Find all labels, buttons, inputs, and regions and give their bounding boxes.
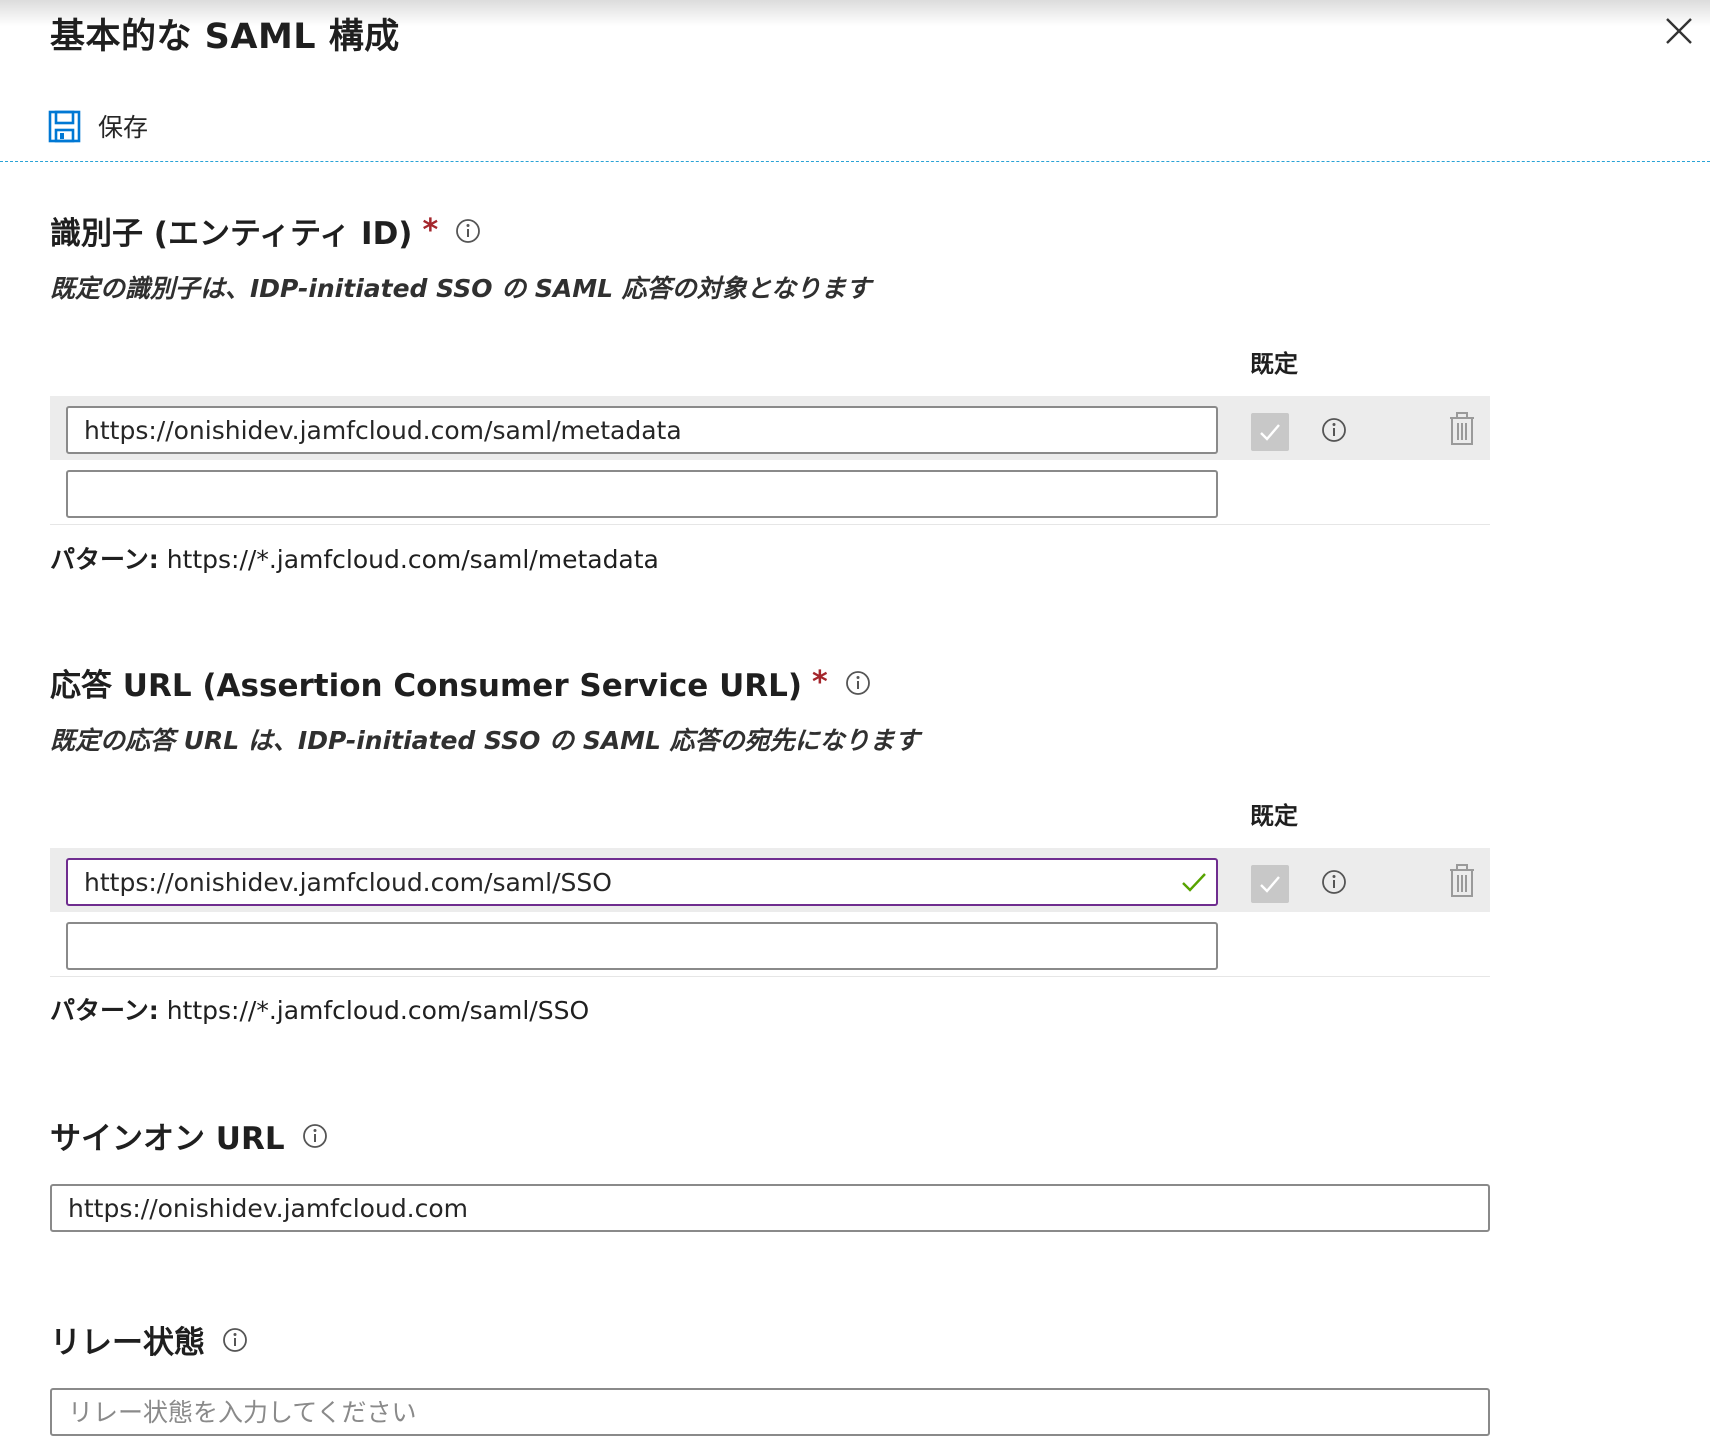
identifier-pattern: パターン: https://*.jamfcloud.com/saml/metad… [50, 540, 659, 576]
info-icon[interactable] [1320, 416, 1348, 444]
delete-icon[interactable] [1448, 864, 1476, 898]
panel-title: 基本的な SAML 構成 [50, 17, 400, 57]
close-icon[interactable] [1662, 14, 1696, 48]
info-icon[interactable] [844, 669, 872, 697]
reply-url-description: 既定の応答 URL は、IDP-initiated SSO の SAML 応答の… [50, 726, 920, 755]
reply-url-input-1[interactable] [66, 858, 1218, 906]
sign-on-url-input[interactable] [50, 1184, 1490, 1232]
valid-check-icon [1182, 873, 1206, 892]
default-checkbox[interactable] [1251, 865, 1289, 903]
info-icon[interactable] [1320, 868, 1348, 896]
identifier-description: 既定の識別子は、IDP-initiated SSO の SAML 応答の対象とな… [50, 274, 872, 303]
save-icon [48, 110, 81, 142]
relay-state-heading: リレー状態 [50, 1317, 249, 1362]
reply-url-pattern: パターン: https://*.jamfcloud.com/saml/SSO [50, 991, 589, 1027]
required-mark: * [422, 213, 439, 248]
pattern-value: https://*.jamfcloud.com/saml/metadata [166, 545, 659, 574]
close-button[interactable] [1662, 14, 1696, 48]
reply-url-heading: 応答 URL (Assertion Consumer Service URL) … [50, 660, 872, 705]
pattern-label: パターン: [50, 545, 159, 574]
save-label: 保存 [98, 113, 149, 142]
required-mark: * [812, 665, 828, 700]
identifier-heading: 識別子 (エンティティ ID) * [50, 208, 482, 253]
reply-url-input-2[interactable] [66, 922, 1218, 970]
relay-state-input[interactable] [50, 1388, 1490, 1436]
info-icon[interactable] [221, 1326, 249, 1354]
delete-icon[interactable] [1448, 412, 1476, 446]
info-icon[interactable] [454, 217, 482, 245]
row-separator [50, 976, 1490, 977]
check-icon [1260, 424, 1280, 441]
identifier-heading-text: 識別子 (エンティティ ID) [50, 216, 413, 252]
pattern-value: https://*.jamfcloud.com/saml/SSO [166, 996, 590, 1025]
identifier-input-2[interactable] [66, 470, 1218, 518]
pattern-label: パターン: [50, 996, 159, 1025]
info-icon[interactable] [301, 1122, 329, 1150]
identifier-input-1[interactable] [66, 406, 1218, 454]
default-column-header: 既定 [1250, 802, 1298, 830]
toolbar-divider [0, 161, 1710, 162]
default-column-header: 既定 [1250, 350, 1298, 378]
save-button[interactable]: 保存 [48, 106, 148, 146]
sign-on-url-heading: サインオン URL [50, 1113, 329, 1158]
default-checkbox[interactable] [1251, 413, 1289, 451]
row-separator [50, 524, 1490, 525]
relay-state-heading-text: リレー状態 [50, 1325, 205, 1361]
sign-on-url-heading-text: サインオン URL [50, 1121, 285, 1157]
reply-url-heading-text: 応答 URL (Assertion Consumer Service URL) [50, 668, 803, 704]
check-icon [1260, 876, 1280, 893]
